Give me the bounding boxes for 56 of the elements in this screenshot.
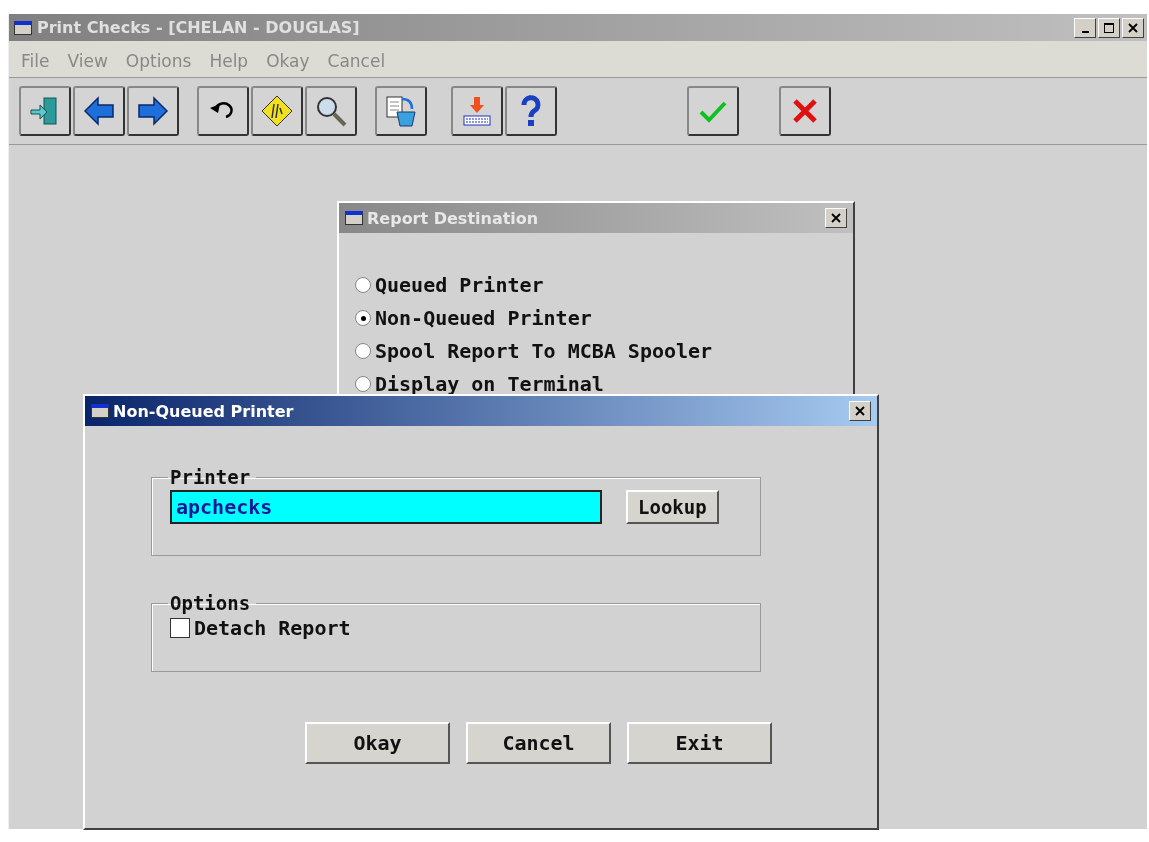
undo-toolbar-button[interactable] (197, 86, 249, 136)
radio-label: Spool Report To MCBA Spooler (375, 339, 713, 363)
ok-toolbar-button[interactable] (687, 86, 739, 136)
close-button[interactable] (849, 401, 871, 421)
lookup-button[interactable]: Lookup (626, 490, 719, 524)
radio-button[interactable] (355, 277, 371, 293)
back-toolbar-button[interactable] (73, 86, 125, 136)
close-button[interactable] (1122, 17, 1144, 38)
menu-item[interactable]: Options (125, 51, 192, 71)
dialog-title: Non-Queued Printer (113, 401, 294, 421)
radio-label: Display on Terminal (375, 372, 604, 396)
window-title: Print Checks - [CHELAN - DOUGLAS] (37, 18, 360, 37)
menu-item[interactable]: View (67, 51, 108, 71)
sign-toolbar-button[interactable] (251, 86, 303, 136)
minimize-icon (1081, 30, 1089, 33)
window-icon (14, 20, 32, 35)
checkbox-label: Detach Report (194, 616, 351, 640)
exit-toolbar-button[interactable] (19, 86, 71, 136)
right-arrow-icon (136, 94, 170, 128)
checkbox[interactable] (170, 618, 190, 638)
minimize-button[interactable] (1074, 17, 1096, 38)
menu-item[interactable]: File (21, 51, 50, 71)
road-sign-icon (260, 94, 294, 128)
radio-label: Non-Queued Printer (375, 306, 592, 330)
dialog-button[interactable]: Okay (305, 722, 450, 764)
menu-item[interactable]: Help (209, 51, 249, 71)
radio-label: Queued Printer (375, 273, 544, 297)
maximize-button[interactable] (1098, 17, 1120, 38)
document-bucket-icon (384, 94, 418, 128)
close-icon (1128, 22, 1138, 33)
group-label: Options (169, 592, 252, 614)
help-toolbar-button[interactable] (505, 86, 557, 136)
left-arrow-icon (82, 94, 116, 128)
radio-button[interactable] (355, 343, 371, 359)
search-toolbar-button[interactable] (305, 86, 357, 136)
close-icon (855, 406, 865, 416)
arrow-keyboard-icon (460, 94, 494, 128)
forward-toolbar-button[interactable] (127, 86, 179, 136)
maximize-icon (1104, 22, 1114, 33)
printer-input-field[interactable]: apchecks (170, 490, 602, 524)
cancel-toolbar-button[interactable] (779, 86, 831, 136)
menu-item[interactable]: Cancel (327, 51, 386, 71)
dialog-title: Report Destination (367, 208, 539, 228)
print-toolbar-button[interactable] (451, 86, 503, 136)
magnifier-icon (314, 94, 348, 128)
window-icon (91, 404, 109, 418)
copy-toolbar-button[interactable] (375, 86, 427, 136)
close-icon (831, 213, 841, 223)
group-label: Printer (169, 466, 252, 488)
dialog-button[interactable]: Exit (627, 722, 772, 764)
close-button[interactable] (825, 208, 847, 228)
radio-button[interactable] (355, 376, 371, 392)
radio-button[interactable] (355, 310, 371, 326)
dialog-button[interactable]: Cancel (466, 722, 611, 764)
window-icon (345, 211, 363, 225)
menu-item[interactable]: Okay (266, 51, 310, 71)
